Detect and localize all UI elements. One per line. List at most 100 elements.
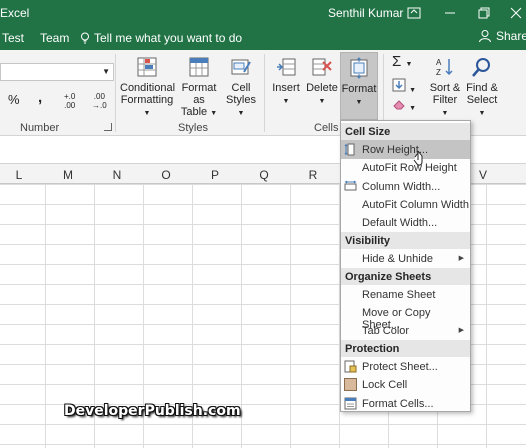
menu-item-lock-cell[interactable]: Lock Cell — [341, 375, 470, 394]
insert-button[interactable]: Insert ▼ — [268, 56, 304, 108]
table-icon — [189, 57, 209, 77]
share-label: Share — [496, 29, 526, 43]
cell-styles-button[interactable]: Cell Styles ▼ — [222, 56, 260, 120]
autosum-icon[interactable]: Σ ▼ — [392, 54, 412, 71]
sort-icon: A Z — [436, 58, 453, 77]
delete-cells-icon — [312, 58, 332, 76]
menu-item-rename-sheet[interactable]: Rename Sheet — [341, 285, 470, 304]
column-header[interactable]: P — [205, 168, 225, 182]
protect-sheet-label: Protect Sheet... — [362, 361, 438, 373]
magnifier-icon — [472, 58, 490, 77]
format-button[interactable]: Format ▼ — [340, 52, 378, 120]
format-cells-dialog-icon — [344, 397, 357, 410]
column-header[interactable]: Q — [254, 168, 274, 182]
tab-color-label: Tab Color — [362, 325, 410, 337]
menu-item-column-width[interactable]: Column Width... — [341, 177, 470, 196]
sort-filter-button[interactable]: A Z Sort & Filter ▼ — [428, 56, 462, 120]
increase-decimal-button[interactable]: +.0 .00 — [64, 92, 75, 110]
column-width-label: Column Width... — [362, 181, 441, 193]
find-select-line2: Select — [466, 94, 498, 106]
minimize-icon[interactable] — [440, 3, 460, 23]
row-height-icon — [344, 143, 355, 156]
caret-down-icon: ▼ — [210, 110, 218, 117]
ribbon-display-options-icon[interactable] — [404, 3, 424, 23]
lock-icon — [344, 378, 357, 391]
column-header[interactable]: N — [107, 168, 127, 182]
column-header[interactable]: M — [58, 168, 78, 182]
caret-down-icon: ▼ — [318, 98, 326, 105]
column-header[interactable]: L — [9, 168, 29, 182]
column-header[interactable]: O — [156, 168, 176, 182]
format-as-table-button[interactable]: Format as Table ▼ — [176, 56, 222, 120]
menu-item-default-width[interactable]: Default Width... — [341, 213, 470, 232]
insert-cells-icon — [277, 58, 296, 76]
eraser-icon — [393, 100, 405, 110]
comma-style-button[interactable]: , — [38, 90, 42, 105]
format-cells-label: Format Cells... — [362, 398, 434, 410]
fill-down-icon — [392, 78, 406, 92]
chevron-down-icon[interactable]: ▼ — [102, 67, 110, 76]
conditional-formatting-line2: Formatting — [120, 94, 174, 106]
format-dropdown-menu: Cell Size Row Height... AutoFit Row Heig… — [340, 120, 471, 412]
default-width-label: Default Width... — [362, 217, 438, 229]
restore-icon[interactable] — [474, 3, 494, 23]
percent-style-button[interactable]: % — [8, 93, 20, 106]
increase-decimal-top: +.0 — [64, 92, 76, 101]
submenu-arrow-icon: ▶ — [458, 327, 464, 334]
share-button[interactable]: Share — [478, 29, 526, 43]
fill-button[interactable]: ▼ — [392, 78, 416, 97]
excel-window: Excel Senthil Kumar Test Team Tell me wh… — [0, 0, 526, 448]
sort-filter-line2: Filter — [432, 94, 458, 106]
menu-item-move-copy-sheet[interactable]: Move or Copy Sheet... — [341, 303, 470, 331]
autofit-column-width-label: AutoFit Column Width — [362, 199, 469, 211]
lightbulb-icon — [81, 32, 89, 44]
conditional-formatting-icon — [137, 57, 157, 77]
format-as-table-line2: Table — [180, 106, 208, 118]
conditional-formatting-button[interactable]: Conditional Formatting ▼ — [120, 56, 176, 120]
user-name[interactable]: Senthil Kumar — [328, 6, 403, 20]
delete-button[interactable]: Delete ▼ — [305, 56, 339, 108]
format-label: Format — [341, 83, 377, 95]
close-icon[interactable] — [506, 3, 526, 23]
column-header[interactable]: R — [303, 168, 323, 182]
tab-test[interactable]: Test — [2, 31, 24, 45]
decrease-decimal-button[interactable]: .00 →.0 — [92, 92, 107, 110]
group-separator — [115, 54, 116, 132]
section-visibility: Visibility — [341, 232, 470, 249]
section-protection: Protection — [341, 340, 470, 357]
caret-down-icon: ▼ — [143, 110, 151, 117]
menu-item-hide-unhide[interactable]: Hide & Unhide ▶ — [341, 249, 470, 268]
decrease-decimal-top: .00 — [93, 92, 105, 101]
find-select-line1: Find & — [466, 82, 498, 94]
menu-item-tab-color[interactable]: Tab Color ▶ — [341, 321, 470, 340]
rename-sheet-label: Rename Sheet — [362, 289, 436, 301]
number-format-combo[interactable]: ▼ — [0, 63, 114, 81]
tell-me-search[interactable]: Tell me what you want to do — [80, 31, 242, 45]
caret-down-icon: ▼ — [282, 98, 290, 105]
dialog-launcher-icon[interactable] — [104, 123, 112, 131]
clear-button[interactable]: ▼ — [392, 98, 416, 115]
decrease-decimal-bottom: →.0 — [92, 101, 107, 110]
cell-styles-icon — [231, 59, 251, 75]
svg-text:Z: Z — [436, 68, 441, 77]
menu-item-format-cells[interactable]: Format Cells... — [341, 394, 470, 413]
submenu-arrow-icon: ▶ — [458, 255, 464, 262]
conditional-formatting-line1: Conditional — [120, 82, 176, 94]
protect-sheet-icon — [344, 360, 357, 373]
column-header[interactable]: V — [473, 168, 493, 182]
hide-unhide-label: Hide & Unhide — [362, 253, 433, 265]
menu-item-row-height[interactable]: Row Height... — [341, 140, 470, 159]
lock-cell-label: Lock Cell — [362, 379, 408, 391]
format-as-table-line1: Format as — [181, 82, 217, 106]
find-select-button[interactable]: Find & Select ▼ — [464, 56, 500, 120]
caret-down-icon: ▼ — [237, 110, 245, 117]
tab-team[interactable]: Team — [40, 31, 69, 45]
increase-decimal-bottom: .00 — [64, 101, 76, 110]
sort-filter-line1: Sort & — [429, 82, 461, 94]
watermark-text: DeveloperPublish.com — [64, 403, 241, 419]
menu-item-autofit-column-width[interactable]: AutoFit Column Width — [341, 195, 470, 214]
menu-item-protect-sheet[interactable]: Protect Sheet... — [341, 357, 470, 376]
number-group-label: Number — [20, 122, 60, 134]
menu-item-autofit-row-height[interactable]: AutoFit Row Height — [341, 158, 470, 177]
tell-me-text: Tell me what you want to do — [94, 31, 243, 45]
